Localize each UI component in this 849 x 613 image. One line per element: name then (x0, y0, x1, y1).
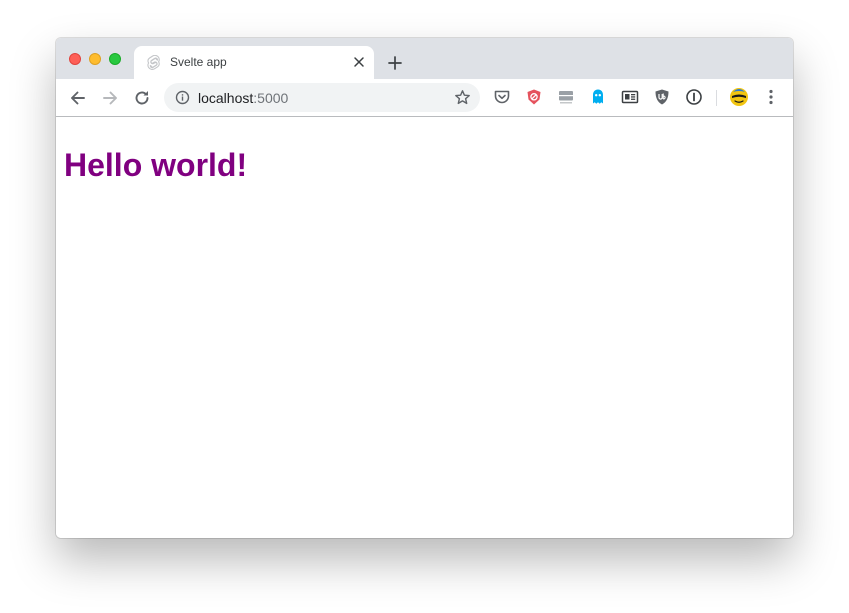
url-port: :5000 (253, 90, 289, 106)
pocket-icon[interactable] (493, 88, 511, 106)
tab-title: Svelte app (170, 55, 227, 69)
url-host: localhost (198, 90, 254, 106)
arrow-right-icon[interactable] (100, 88, 120, 108)
toolbar-divider (716, 90, 717, 106)
url-text[interactable]: localhost:5000 (198, 90, 288, 106)
svelte-icon (147, 55, 160, 70)
avatar-icon[interactable] (729, 87, 749, 107)
ublock-icon[interactable] (653, 88, 671, 106)
info-icon[interactable] (175, 90, 190, 105)
page-heading: Hello world! (64, 147, 248, 183)
window-maximize-button[interactable] (109, 53, 121, 65)
kebab-menu-icon[interactable] (762, 88, 780, 106)
star-icon[interactable] (454, 89, 471, 106)
address-bar[interactable]: localhost:5000 (164, 83, 480, 112)
window-minimize-button[interactable] (89, 53, 101, 65)
window-close-button[interactable] (69, 53, 81, 65)
tab-close-icon[interactable] (352, 55, 366, 69)
page-content: Hello world! (56, 117, 793, 538)
reader-icon[interactable] (621, 88, 639, 106)
arrow-left-icon[interactable] (68, 88, 88, 108)
onepassword-icon[interactable] (685, 88, 703, 106)
tab-svelte-app[interactable]: Svelte app (134, 46, 374, 79)
navigation-toolbar: localhost:5000 (56, 79, 793, 117)
ghostery-icon[interactable] (589, 88, 607, 106)
title-bar: Svelte app (56, 38, 793, 79)
screen-capture-icon[interactable] (557, 88, 575, 106)
reload-icon[interactable] (132, 88, 152, 108)
new-tab-icon[interactable] (387, 55, 403, 71)
privacy-shield-icon[interactable] (525, 88, 543, 106)
browser-window: Svelte app localhost:5000 Hello world! (56, 38, 793, 538)
